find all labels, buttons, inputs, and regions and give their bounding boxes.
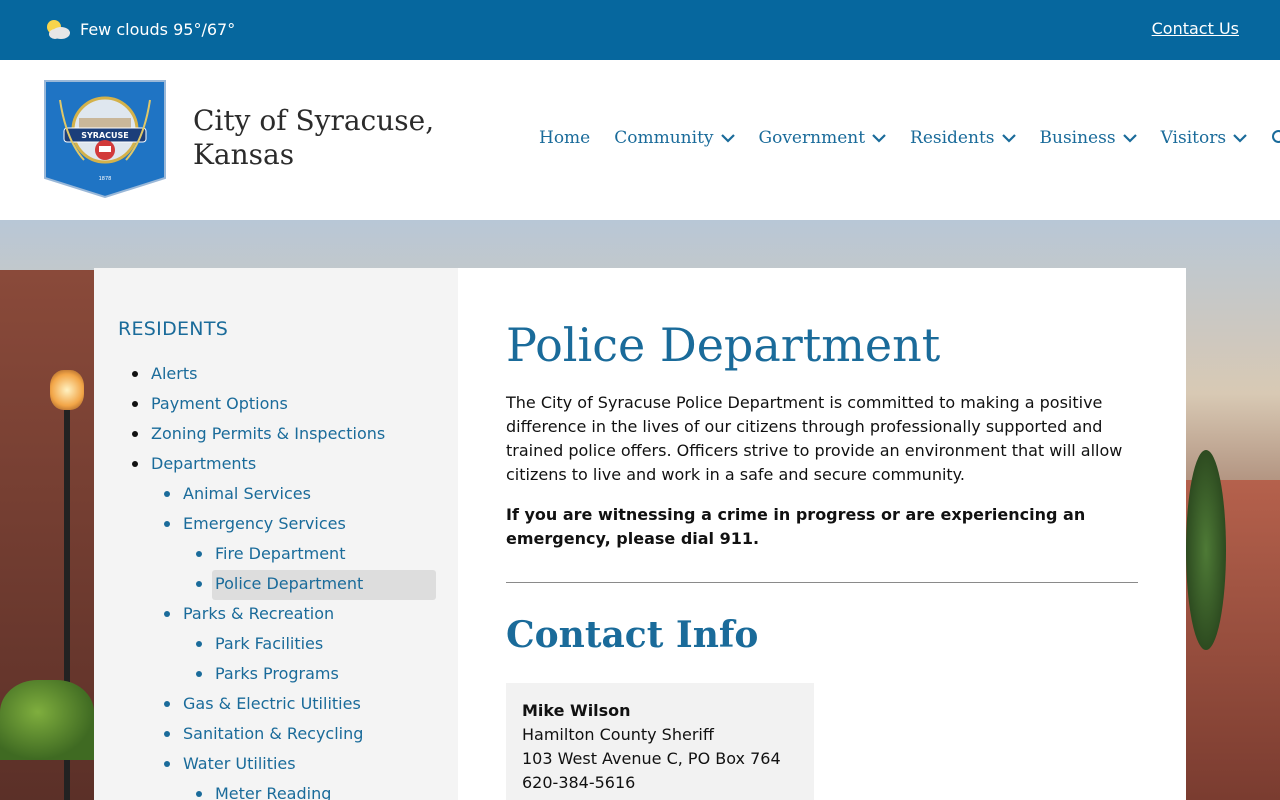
- list-bullet: [164, 521, 170, 527]
- nav-label[interactable]: Home: [539, 128, 590, 148]
- divider: [506, 582, 1138, 583]
- nav-community[interactable]: Community: [614, 128, 735, 148]
- chevron-down-icon[interactable]: [872, 133, 886, 143]
- sidebar-item-parks-recreation[interactable]: Parks & Recreation: [183, 604, 334, 624]
- intro-paragraph: The City of Syracuse Police Department i…: [506, 393, 1123, 484]
- contact-us-link[interactable]: Contact Us: [1152, 19, 1239, 38]
- sidebar-item-departments[interactable]: Departments: [151, 454, 256, 474]
- svg-text:SYRACUSE: SYRACUSE: [81, 131, 129, 140]
- sidebar-item-emergency-services[interactable]: Emergency Services: [183, 514, 346, 534]
- sidebar-item-payment-options[interactable]: Payment Options: [151, 394, 288, 414]
- list-bullet: [132, 371, 138, 377]
- site-header: SYRACUSE 1878 City of Syracuse, Kansas H…: [0, 60, 1280, 220]
- chevron-down-icon[interactable]: [1233, 133, 1247, 143]
- chevron-down-icon[interactable]: [1122, 133, 1137, 143]
- list-bullet: [164, 731, 170, 737]
- list-bullet: [196, 671, 202, 677]
- sidebar-item-water-utilities[interactable]: Water Utilities: [183, 754, 296, 774]
- top-bar: Few clouds 95°/67° Contact Us: [0, 0, 1280, 60]
- contact-heading: Contact Info: [506, 614, 759, 656]
- weather-widget: Few clouds 95°/67°: [44, 17, 235, 41]
- partly-cloudy-icon: [44, 17, 72, 41]
- list-bullet: [132, 431, 138, 437]
- list-bullet: [196, 581, 202, 587]
- list-bullet: [196, 641, 202, 647]
- nav-label[interactable]: Visitors: [1161, 128, 1227, 148]
- site-title[interactable]: City of Syracuse, Kansas: [193, 104, 453, 172]
- list-bullet: [164, 611, 170, 617]
- weather-text: Few clouds 95°/67°: [80, 19, 236, 39]
- sidebar-heading[interactable]: RESIDENTS: [118, 318, 228, 340]
- contact-address: 103 West Avenue C, PO Box 764: [522, 749, 781, 768]
- chevron-down-icon[interactable]: [1001, 133, 1016, 143]
- flower-bush: [0, 680, 94, 760]
- emergency-notice: If you are witnessing a crime in progres…: [506, 505, 1086, 548]
- sidebar-item-parks-programs[interactable]: Parks Programs: [215, 664, 339, 684]
- sidebar-item-zoning[interactable]: Zoning Permits & Inspections: [151, 424, 385, 444]
- search-icon[interactable]: [1271, 129, 1280, 147]
- nav-label[interactable]: Community: [614, 128, 713, 148]
- city-seal-logo[interactable]: SYRACUSE 1878: [44, 80, 166, 199]
- list-bullet: [196, 791, 202, 797]
- sidebar-item-park-facilities[interactable]: Park Facilities: [215, 634, 323, 654]
- sidebar-item-animal-services[interactable]: Animal Services: [183, 484, 311, 504]
- sidebar-item-sanitation[interactable]: Sanitation & Recycling: [183, 724, 363, 744]
- nav-visitors[interactable]: Visitors: [1161, 128, 1248, 148]
- tree: [1186, 450, 1226, 650]
- chevron-down-icon[interactable]: [720, 133, 735, 143]
- nav-home[interactable]: Home: [539, 128, 590, 148]
- page-title: Police Department: [506, 318, 941, 372]
- sidebar-item-alerts[interactable]: Alerts: [151, 364, 197, 384]
- main-nav: Home Community Government Residents Busi…: [539, 128, 1280, 148]
- sidebar-item-fire-department[interactable]: Fire Department: [215, 544, 345, 564]
- list-bullet: [164, 761, 170, 767]
- contact-phone[interactable]: 620-384-5616: [522, 771, 798, 795]
- list-bullet: [196, 551, 202, 557]
- sidebar: RESIDENTS: [94, 268, 458, 800]
- list-bullet: [164, 491, 170, 497]
- sidebar-item-meter-reading[interactable]: Meter Reading: [215, 784, 331, 800]
- list-bullet: [132, 401, 138, 407]
- contact-card: Mike Wilson Hamilton County Sheriff 103 …: [506, 683, 814, 800]
- nav-government[interactable]: Government: [759, 128, 887, 148]
- svg-text:1878: 1878: [99, 176, 112, 182]
- main-content: Police Department The City of Syracuse P…: [458, 268, 1186, 800]
- nav-label[interactable]: Business: [1040, 128, 1116, 148]
- list-bullet: [132, 461, 138, 467]
- nav-residents[interactable]: Residents: [910, 128, 1016, 148]
- nav-label[interactable]: Residents: [910, 128, 994, 148]
- list-bullet: [164, 701, 170, 707]
- street-lamp: [50, 370, 84, 410]
- sidebar-item-police-department[interactable]: Police Department: [215, 574, 363, 594]
- nav-label[interactable]: Government: [759, 128, 866, 148]
- sidebar-item-gas-electric[interactable]: Gas & Electric Utilities: [183, 694, 361, 714]
- contact-name: Mike Wilson: [522, 701, 631, 720]
- contact-title: Hamilton County Sheriff: [522, 725, 714, 744]
- nav-business[interactable]: Business: [1040, 128, 1137, 148]
